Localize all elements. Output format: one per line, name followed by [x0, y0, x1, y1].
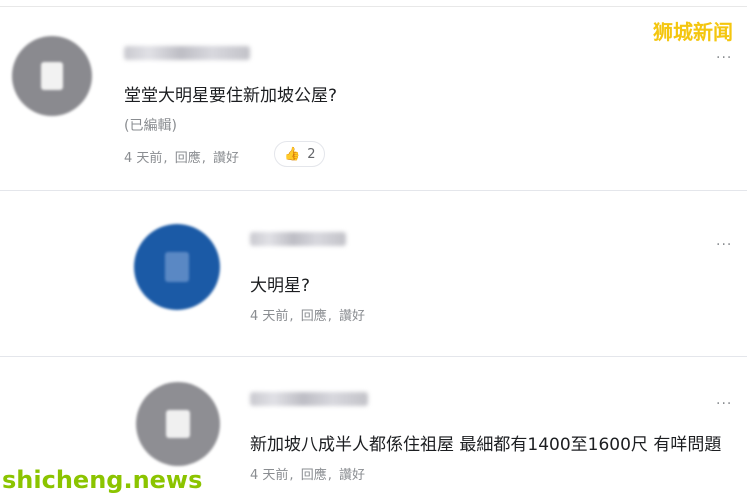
reply-link[interactable]: 回應 — [301, 309, 327, 324]
more-options-icon[interactable]: ··· — [716, 396, 732, 412]
timestamp[interactable]: 4 天前 — [250, 468, 288, 483]
avatar[interactable] — [134, 224, 220, 310]
comment-divider — [0, 356, 747, 357]
more-options-icon[interactable]: ··· — [716, 50, 732, 66]
comment-actions: 4 天前, 回應, 讚好 — [250, 309, 365, 324]
comment-actions: 4 天前, 回應, 讚好 — [250, 468, 365, 483]
like-link[interactable]: 讚好 — [339, 309, 365, 324]
like-link[interactable]: 讚好 — [339, 468, 365, 483]
comment-text: 堂堂大明星要住新加坡公屋? — [124, 86, 338, 106]
reply-link[interactable]: 回應 — [301, 468, 327, 483]
comment-text: 新加坡八成半人都係住祖屋 最細都有1400至1600尺 有咩問題 — [250, 435, 722, 455]
like-link[interactable]: 讚好 — [213, 151, 239, 166]
top-divider — [0, 6, 747, 7]
more-options-icon[interactable]: ··· — [716, 237, 732, 253]
watermark-top: 狮城新闻 — [653, 20, 733, 44]
like-count: 2 — [307, 146, 316, 162]
commenter-name-blurred[interactable] — [124, 46, 250, 60]
comment-actions: 4 天前, 回應, 讚好 — [124, 151, 239, 166]
reply-link[interactable]: 回應 — [175, 151, 201, 166]
comment-text: 大明星? — [250, 276, 311, 296]
comment-divider — [0, 190, 747, 191]
avatar[interactable] — [12, 36, 92, 116]
timestamp[interactable]: 4 天前 — [250, 309, 288, 324]
commenter-name-blurred[interactable] — [250, 232, 346, 246]
thumbs-up-icon: 👍 — [284, 146, 301, 162]
avatar[interactable] — [136, 382, 220, 466]
reaction-count[interactable]: 👍 2 — [274, 141, 326, 167]
watermark-bottom: shicheng.news — [2, 466, 203, 494]
edited-label: (已編輯) — [124, 118, 177, 134]
commenter-name-blurred[interactable] — [250, 392, 368, 406]
timestamp[interactable]: 4 天前 — [124, 151, 162, 166]
